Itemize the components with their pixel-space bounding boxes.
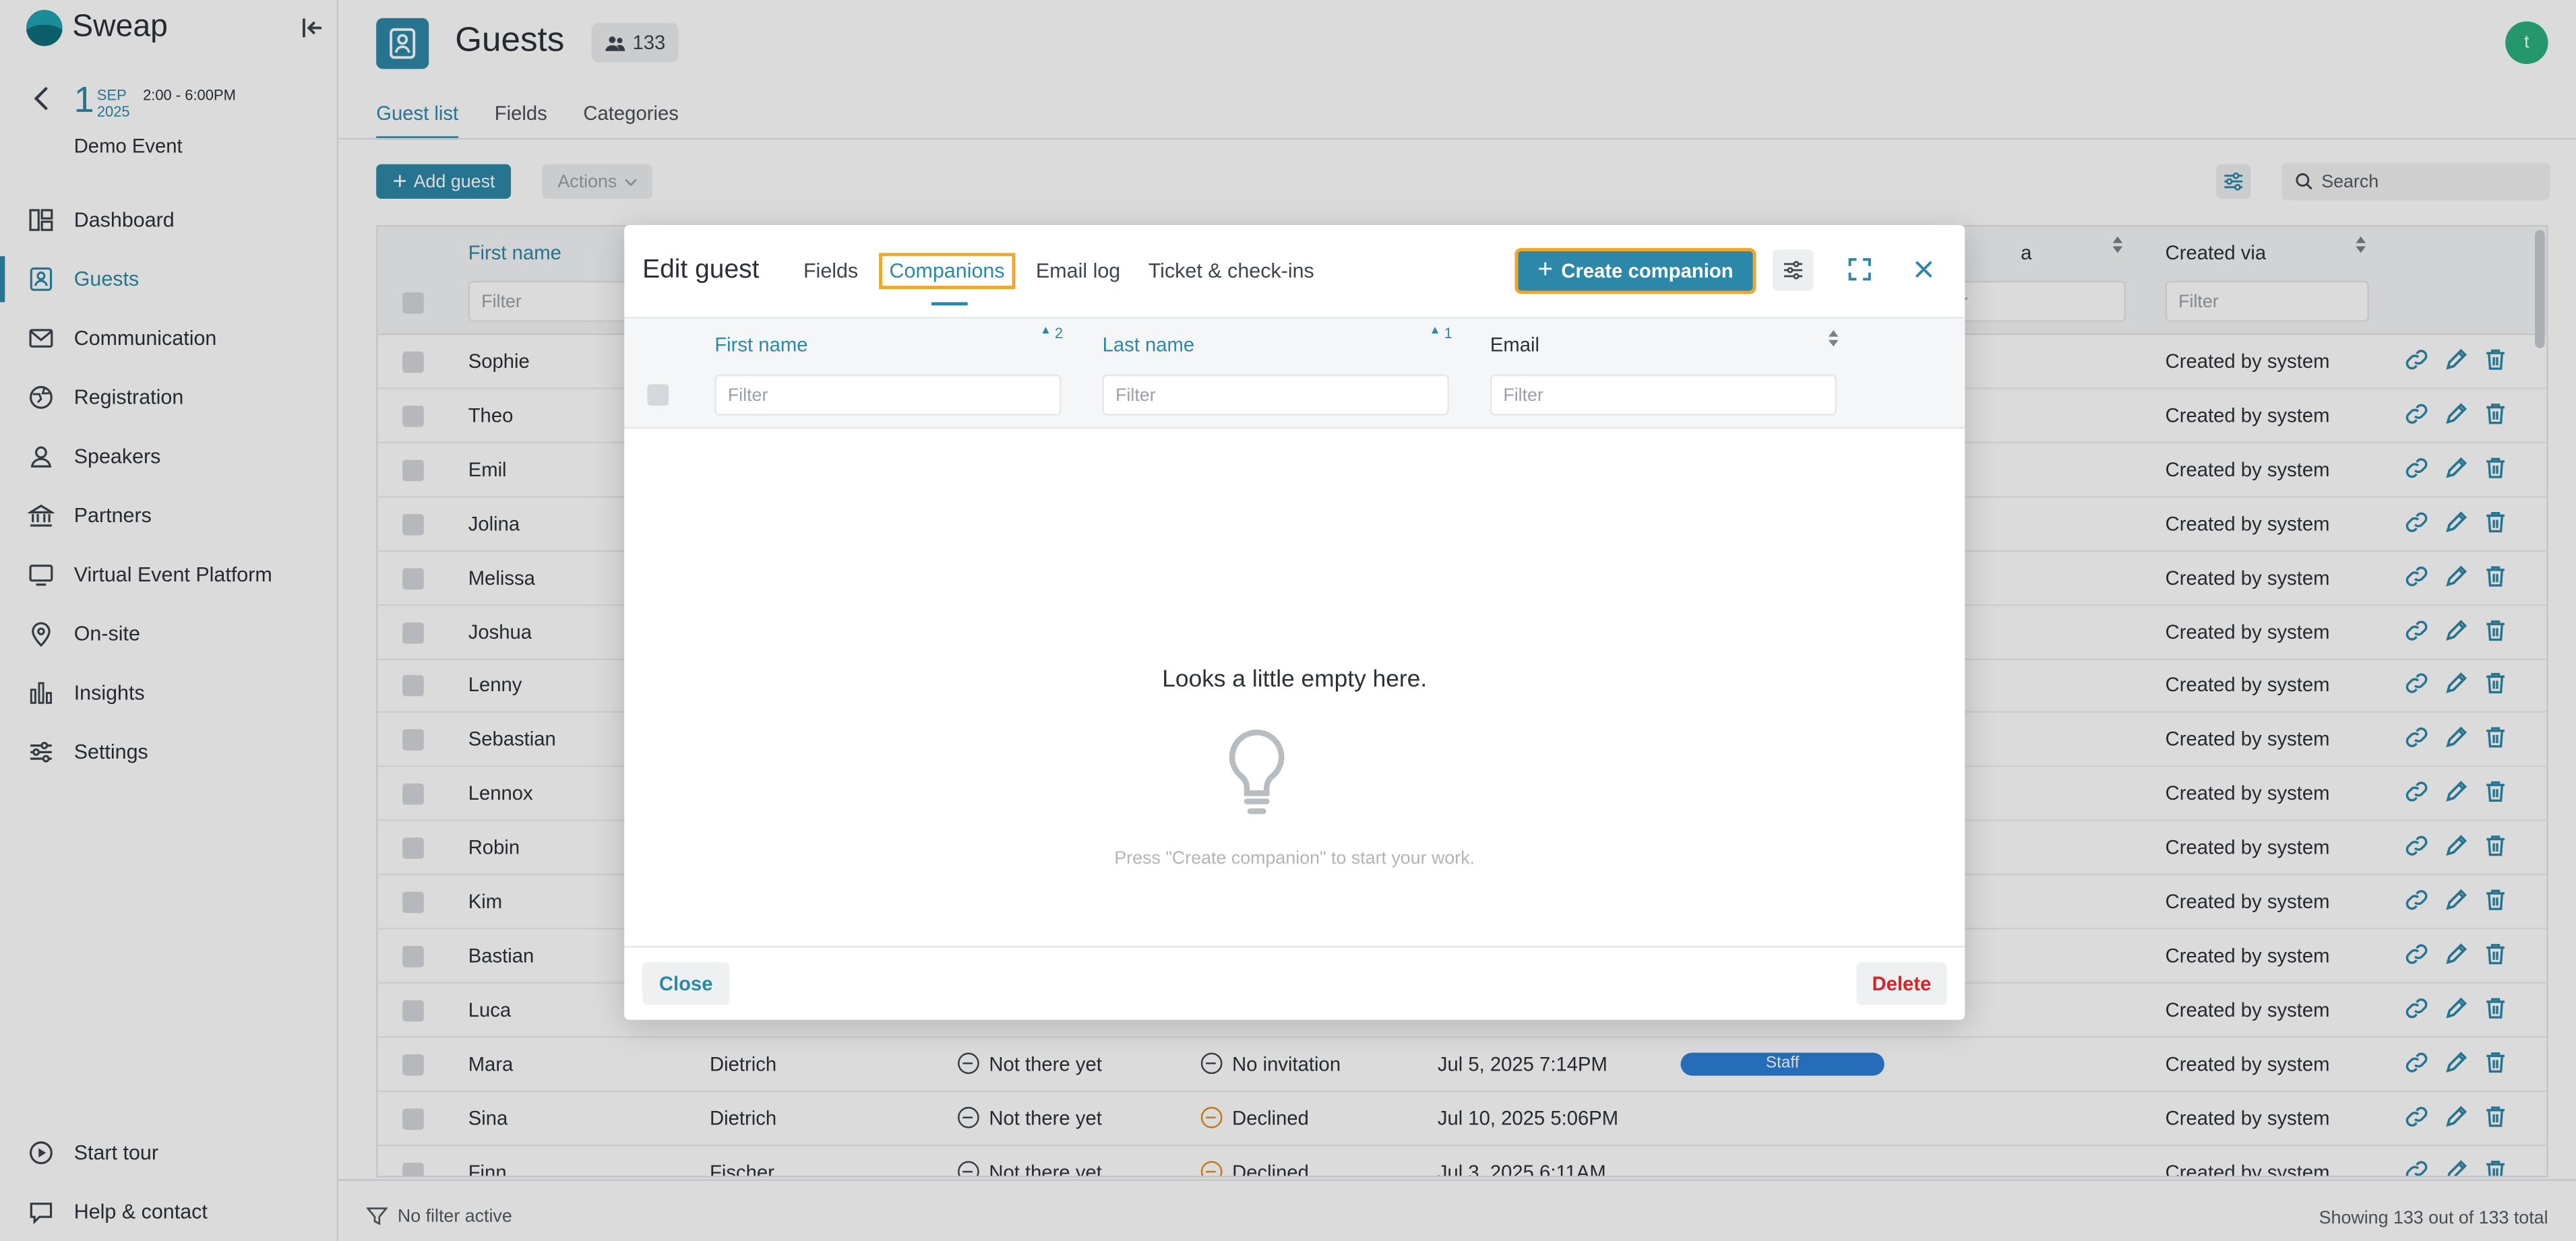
modal-title: Edit guest — [642, 256, 760, 284]
companions-table-header: First name ▲ 2 Filter Last name ▲ 1 Filt… — [624, 317, 1965, 429]
create-companion-label: Create companion — [1561, 259, 1734, 283]
expand-icon[interactable] — [1848, 258, 1871, 281]
modal-tabs: Fields Companions Email log Ticket & che… — [803, 253, 1342, 306]
close-button[interactable]: Close — [642, 962, 730, 1005]
modal-settings-button[interactable] — [1773, 249, 1814, 291]
column-last-name[interactable]: Last name — [1103, 333, 1195, 356]
last-name-filter[interactable]: Filter — [1102, 374, 1449, 416]
email-filter[interactable]: Filter — [1490, 374, 1837, 416]
plus-icon: + — [1537, 256, 1554, 284]
modal-tab-fields[interactable]: Fields — [803, 259, 858, 282]
sort-order: 1 — [1444, 325, 1452, 342]
tune-icon — [1783, 261, 1803, 280]
modal-footer: Close Delete — [624, 946, 1965, 1020]
modal-tab-ticket-checkins[interactable]: Ticket & check-ins — [1148, 259, 1314, 282]
sort-asc-icon: ▲ — [1039, 325, 1051, 337]
select-all-companions-checkbox[interactable] — [647, 384, 669, 406]
column-email[interactable]: Email — [1490, 333, 1539, 356]
sort-order: 2 — [1054, 325, 1064, 342]
close-icon[interactable] — [1912, 258, 1935, 281]
empty-state-hint: Press "Create companion" to start your w… — [1114, 849, 1475, 869]
delete-button[interactable]: Delete — [1856, 962, 1947, 1005]
create-companion-button[interactable]: + Create companion — [1514, 248, 1756, 294]
empty-state-title: Looks a little empty here. — [1162, 666, 1428, 693]
lightbulb-icon — [1229, 729, 1285, 815]
sort-asc-icon: ▲ — [1429, 325, 1441, 337]
modal-tab-email-log[interactable]: Email log — [1036, 259, 1120, 282]
modal-tab-companions[interactable]: Companions — [879, 253, 1015, 306]
sort-icon[interactable] — [1827, 329, 1841, 348]
edit-guest-modal: Edit guest Fields Companions Email log T… — [624, 224, 1965, 1020]
column-first-name[interactable]: First name — [714, 333, 807, 356]
first-name-filter[interactable]: Filter — [714, 374, 1062, 416]
